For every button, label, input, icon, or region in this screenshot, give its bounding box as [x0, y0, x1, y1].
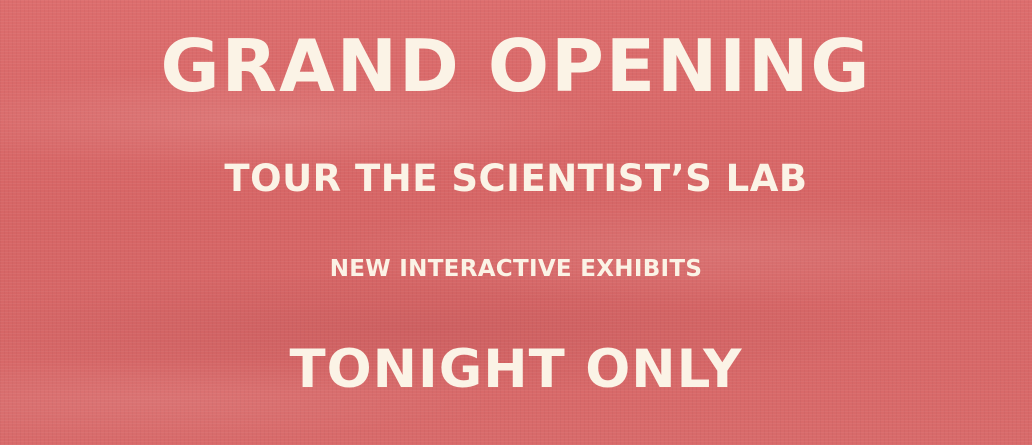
- closing-line: TONIGHT ONLY: [289, 339, 743, 400]
- event-banner: GRAND OPENING TOUR THE SCIENTIST’S LAB N…: [0, 0, 1032, 445]
- tagline: NEW INTERACTIVE EXHIBITS: [329, 256, 703, 282]
- headline: GRAND OPENING: [160, 24, 872, 108]
- subheading: TOUR THE SCIENTIST’S LAB: [224, 157, 808, 200]
